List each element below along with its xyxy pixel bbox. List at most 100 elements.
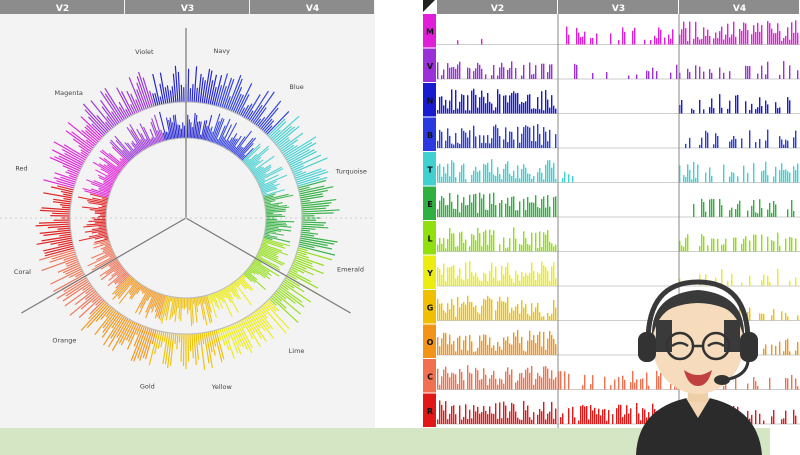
activity-bar — [453, 109, 455, 114]
activity-bar — [549, 160, 551, 183]
grid-header-v3[interactable]: V3 — [612, 4, 625, 14]
activity-bar — [443, 238, 445, 252]
activity-bar — [437, 110, 439, 114]
row-label-o[interactable]: O — [427, 338, 434, 347]
activity-bar — [485, 209, 487, 217]
activity-bar — [537, 302, 539, 321]
activity-bar — [791, 22, 793, 45]
activity-bar — [547, 313, 549, 321]
activity-bar — [767, 21, 769, 45]
activity-bar — [711, 72, 713, 79]
activity-bar — [457, 108, 459, 114]
activity-bar — [477, 406, 479, 424]
activity-bar — [463, 301, 465, 321]
outer-spectrum-bar — [255, 118, 262, 126]
row-label-l[interactable]: L — [427, 234, 432, 243]
activity-bar — [509, 68, 511, 79]
activity-bar — [560, 417, 562, 424]
activity-bar — [543, 196, 545, 217]
activity-bar — [523, 102, 525, 114]
outer-spectrum-bar — [301, 225, 329, 229]
activity-bar — [533, 125, 535, 148]
activity-bar — [491, 103, 493, 114]
row-label-e[interactable]: E — [427, 200, 432, 209]
outer-spectrum-bar — [301, 229, 311, 232]
activity-bar — [447, 204, 449, 217]
row-label-v[interactable]: V — [427, 62, 434, 71]
activity-bar — [529, 315, 531, 321]
activity-bar — [441, 75, 443, 79]
outer-spectrum-bar — [136, 76, 149, 109]
activity-bar — [457, 194, 459, 217]
activity-bar — [529, 330, 531, 355]
activity-bar — [503, 401, 505, 424]
column-header-v2[interactable]: V2 — [56, 4, 69, 14]
activity-bar — [543, 127, 545, 148]
row-label-r[interactable]: R — [427, 407, 433, 416]
activity-bar — [783, 351, 785, 355]
column-header-v4[interactable]: V4 — [306, 4, 319, 14]
outer-spectrum-bar — [300, 199, 311, 203]
activity-bar — [541, 377, 543, 390]
grid-header-v2[interactable]: V2 — [491, 4, 504, 14]
row-label-b[interactable]: B — [427, 131, 433, 140]
outer-spectrum-bar — [38, 221, 71, 224]
row-label-m[interactable]: M — [426, 27, 434, 36]
activity-bar — [533, 202, 535, 217]
activity-bar — [787, 338, 789, 355]
activity-bar — [745, 101, 747, 114]
activity-bar — [685, 143, 687, 148]
outer-spectrum-bar — [47, 225, 71, 229]
activity-bar — [481, 68, 483, 79]
activity-bar — [515, 382, 517, 390]
activity-bar — [681, 99, 683, 114]
activity-bar — [553, 379, 555, 390]
activity-bar — [749, 240, 751, 252]
activity-bar — [517, 304, 519, 321]
activity-bar — [519, 313, 521, 321]
row-label-t[interactable]: T — [427, 165, 433, 174]
activity-bar — [711, 198, 713, 217]
activity-bar — [503, 383, 505, 390]
activity-bar — [507, 102, 509, 114]
grid-header-v4[interactable]: V4 — [733, 4, 746, 14]
activity-bar — [590, 404, 592, 424]
activity-bar — [513, 310, 515, 321]
row-label-c[interactable]: C — [427, 372, 433, 381]
activity-bar — [741, 138, 743, 148]
activity-bar — [592, 37, 594, 45]
activity-bar — [622, 375, 624, 390]
activity-bar — [463, 380, 465, 390]
activity-bar — [483, 135, 485, 148]
activity-bar — [441, 404, 443, 424]
activity-bar — [507, 262, 509, 286]
activity-bar — [672, 29, 674, 45]
activity-bar — [787, 97, 789, 114]
activity-bar — [759, 31, 761, 45]
activity-bar — [771, 416, 773, 424]
activity-bar — [481, 90, 483, 114]
activity-bar — [549, 411, 551, 424]
activity-bar — [562, 178, 564, 183]
outer-spectrum-bar — [248, 90, 269, 122]
activity-bar — [574, 417, 576, 424]
activity-bar — [531, 365, 533, 390]
activity-bar — [689, 169, 691, 183]
activity-bar — [451, 344, 453, 355]
row-label-g[interactable]: G — [427, 303, 434, 312]
activity-bar — [555, 408, 557, 424]
column-header-v3[interactable]: V3 — [181, 4, 194, 14]
activity-bar — [451, 89, 453, 114]
row-label-y[interactable]: Y — [426, 269, 433, 278]
activity-bar — [537, 334, 539, 355]
activity-bar — [527, 405, 529, 424]
activity-bar — [445, 281, 447, 286]
outer-spectrum-bar — [100, 90, 122, 123]
activity-bar — [489, 271, 491, 286]
activity-bar — [497, 301, 499, 321]
row-label-n[interactable]: N — [427, 96, 434, 105]
presenter-avatar — [636, 279, 762, 455]
activity-bar — [501, 418, 503, 424]
activity-bar — [469, 194, 471, 217]
activity-bar — [523, 127, 525, 148]
